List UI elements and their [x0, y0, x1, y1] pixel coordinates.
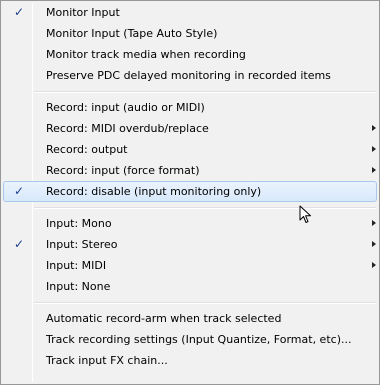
menu-item-input-stereo[interactable]: ✓ Input: Stereo [1, 234, 379, 255]
menu-item-label: Record: input (audio or MIDI) [46, 101, 205, 114]
menu-item-monitor-input-tape-auto-style[interactable]: Monitor Input (Tape Auto Style) [1, 23, 379, 44]
menu-item-label: Preserve PDC delayed monitoring in recor… [46, 69, 331, 82]
menu-item-record-input-audio-or-midi[interactable]: Record: input (audio or MIDI) [1, 97, 379, 118]
menu-item-label: Input: MIDI [46, 259, 107, 272]
menu-item-label: Monitor track media when recording [46, 48, 246, 61]
menu-item-label: Monitor Input (Tape Auto Style) [46, 27, 218, 40]
menu-item-label: Input: Mono [46, 217, 112, 230]
checkmark-icon: ✓ [13, 237, 25, 251]
menu-item-monitor-input[interactable]: ✓ Monitor Input [1, 2, 379, 23]
menu-item-input-midi[interactable]: Input: MIDI [1, 255, 379, 276]
menu-item-label: Automatic record-arm when track selected [46, 312, 282, 325]
menu-item-label: Track recording settings (Input Quantize… [46, 333, 352, 346]
submenu-arrow-icon [372, 146, 376, 152]
menu-item-record-midi-overdub-replace[interactable]: Record: MIDI overdub/replace [1, 118, 379, 139]
menu-item-monitor-track-media-when-recording[interactable]: Monitor track media when recording [1, 44, 379, 65]
menu-item-preserve-pdc-delayed-monitoring-in-recorded-items[interactable]: Preserve PDC delayed monitoring in recor… [1, 65, 379, 86]
menu-item-label: Record: MIDI overdub/replace [46, 122, 209, 135]
menu-item-track-recording-settings-input-quantize-format-etc[interactable]: Track recording settings (Input Quantize… [1, 329, 379, 350]
menu-item-input-mono[interactable]: Input: Mono [1, 213, 379, 234]
submenu-arrow-icon [372, 262, 376, 268]
menu-separator [1, 202, 379, 213]
submenu-arrow-icon [372, 241, 376, 247]
menu-item-track-input-fx-chain[interactable]: Track input FX chain... [1, 350, 379, 371]
menu-item-record-disable-input-monitoring-only[interactable]: ✓ Record: disable (input monitoring only) [3, 181, 377, 202]
menu-item-label: Track input FX chain... [46, 354, 168, 367]
menu-item-label: Input: None [46, 280, 111, 293]
menu-items: ✓ Monitor Input Monitor Input (Tape Auto S… [1, 2, 379, 371]
menu-item-automatic-record-arm-when-track-selected[interactable]: Automatic record-arm when track selected [1, 308, 379, 329]
context-menu: ✓ Monitor Input Monitor Input (Tape Auto S… [0, 0, 380, 385]
menu-item-label: Record: disable (input monitoring only) [46, 185, 262, 198]
menu-item-label: Record: output [46, 143, 128, 156]
menu-item-label: Monitor Input [46, 6, 120, 19]
menu-item-record-output[interactable]: Record: output [1, 139, 379, 160]
menu-separator [1, 297, 379, 308]
checkmark-icon: ✓ [13, 5, 25, 19]
submenu-arrow-icon [372, 167, 376, 173]
submenu-arrow-icon [372, 125, 376, 131]
menu-separator [1, 86, 379, 97]
menu-item-input-none[interactable]: Input: None [1, 276, 379, 297]
menu-item-record-input-force-format[interactable]: Record: input (force format) [1, 160, 379, 181]
checkmark-icon: ✓ [13, 184, 25, 198]
submenu-arrow-icon [372, 220, 376, 226]
menu-item-label: Record: input (force format) [46, 164, 200, 177]
menu-item-label: Input: Stereo [46, 238, 118, 251]
mouse-pointer-icon [299, 205, 311, 223]
